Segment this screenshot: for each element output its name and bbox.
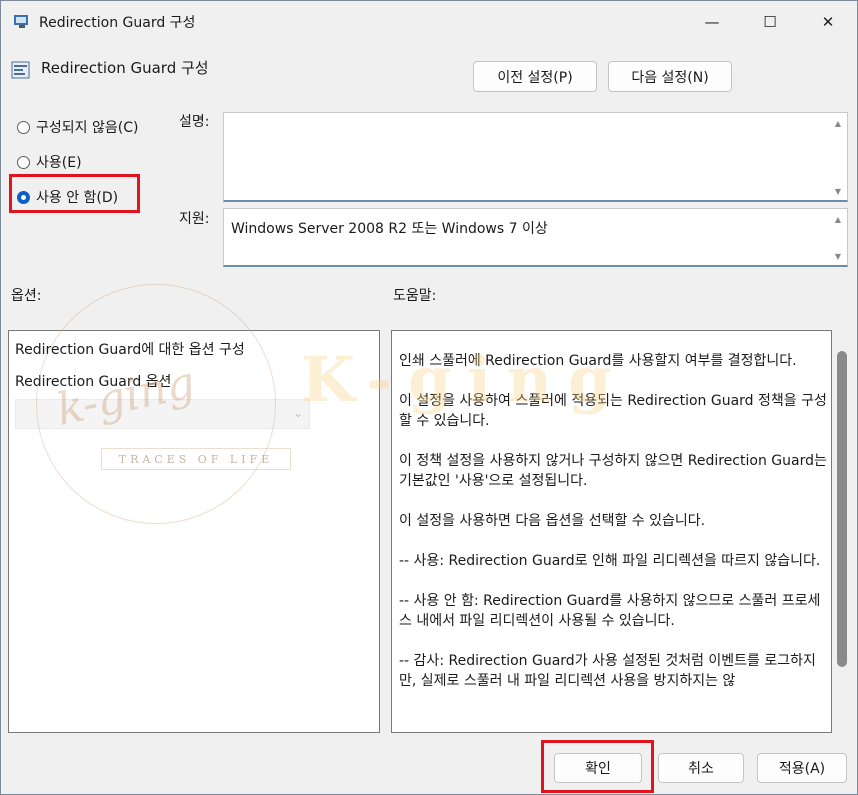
help-paragraph: -- 사용: Redirection Guard로 인해 파일 리디렉션을 따르… [399, 553, 821, 569]
help-paragraph: -- 감사: Redirection Guard가 사용 설정된 것처럼 이벤트… [399, 653, 816, 689]
setting-title: Redirection Guard 구성 [41, 59, 209, 77]
minimize-button[interactable]: — [689, 8, 735, 36]
scroll-down-arrow-icon[interactable]: ▼ [833, 252, 843, 261]
radio-label: 구성되지 않음(C) [36, 120, 139, 136]
next-setting-button[interactable]: 다음 설정(N) [608, 61, 732, 92]
help-paragraph: 이 설정을 사용하면 다음 옵션을 선택할 수 있습니다. [399, 513, 706, 529]
highlight-ok-button [541, 740, 654, 793]
title-bar[interactable]: Redirection Guard 구성 — ☐ ✕ [1, 1, 857, 43]
previous-setting-button[interactable]: 이전 설정(P) [473, 61, 597, 92]
radio-indicator [17, 120, 30, 134]
help-label: 도움말: [393, 288, 437, 304]
help-scrollbar-thumb[interactable] [837, 351, 847, 667]
scroll-up-arrow-icon[interactable]: ▲ [833, 119, 843, 128]
radio-not-configured[interactable]: 구성되지 않음(C) [17, 117, 138, 137]
description-scrollbar[interactable]: ▲ ▼ [829, 113, 847, 200]
radio-enabled[interactable]: 사용(E) [17, 152, 82, 172]
supported-box[interactable]: Windows Server 2008 R2 또는 Windows 7 이상 ▲… [223, 208, 848, 267]
setting-icon [11, 61, 30, 79]
highlight-disabled-option [9, 174, 140, 213]
close-button[interactable]: ✕ [805, 8, 851, 36]
scroll-down-arrow-icon[interactable]: ▼ [833, 187, 843, 196]
watermark-large: K-ging [301, 343, 628, 416]
help-paragraph: -- 사용 안 함: Redirection Guard를 사용하지 않으므로 … [399, 593, 821, 629]
scroll-up-arrow-icon[interactable]: ▲ [833, 215, 843, 224]
maximize-button[interactable]: ☐ [747, 8, 793, 36]
description-label: 설명: [179, 114, 210, 130]
radio-indicator [17, 155, 30, 169]
window-title: Redirection Guard 구성 [39, 15, 196, 31]
supported-text: Windows Server 2008 R2 또는 Windows 7 이상 [231, 221, 548, 237]
supported-scrollbar[interactable]: ▲ ▼ [829, 209, 847, 265]
help-paragraph: 이 정책 설정을 사용하지 않거나 구성하지 않으면 Redirection G… [399, 453, 827, 489]
radio-label: 사용(E) [36, 155, 82, 171]
supported-label: 지원: [179, 211, 210, 227]
watermark-tagline: TRACES OF LIFE [101, 448, 291, 470]
policy-app-icon [14, 15, 28, 28]
apply-button[interactable]: 적용(A) [757, 753, 847, 783]
cancel-button[interactable]: 취소 [658, 753, 744, 783]
options-label: 옵션: [11, 288, 42, 304]
description-box[interactable]: ▲ ▼ [223, 112, 848, 202]
dialog-window: Redirection Guard 구성 — ☐ ✕ Redirection G… [0, 0, 858, 795]
